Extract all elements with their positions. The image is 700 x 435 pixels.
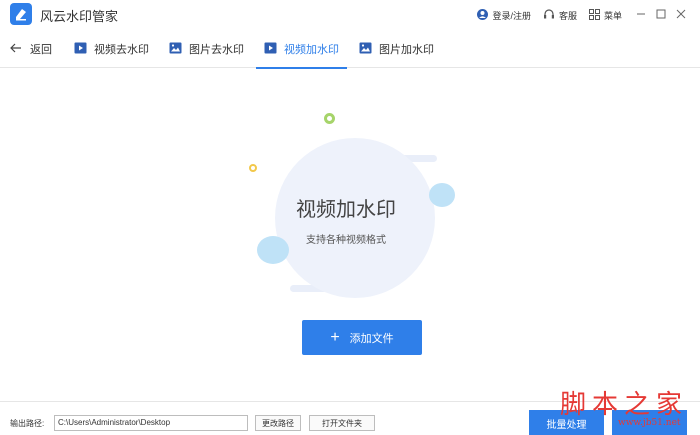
arrow-left-icon xyxy=(10,43,22,56)
tab-image-add-watermark[interactable]: 图片加水印 xyxy=(359,30,434,68)
menu-grid-icon xyxy=(588,8,600,22)
app-title: 风云水印管家 xyxy=(40,9,119,24)
headset-icon xyxy=(543,8,555,22)
add-file-label: 添加文件 xyxy=(349,332,394,345)
tab-video-add-watermark[interactable]: 视频加水印 xyxy=(256,30,347,69)
tab-image-remove-watermark[interactable]: 图片去水印 xyxy=(169,30,244,68)
tab-bar: 返回 视频去水印 图片去水印 视频加水印 图片加水印 xyxy=(0,30,700,69)
video-icon xyxy=(264,42,277,57)
maximize-button[interactable] xyxy=(654,8,668,22)
close-button[interactable] xyxy=(674,8,688,22)
tab-label: 图片加水印 xyxy=(379,44,434,56)
maximize-icon xyxy=(656,6,666,24)
video-icon xyxy=(74,42,87,57)
decor-dot xyxy=(249,164,257,172)
minimize-button[interactable] xyxy=(634,8,648,22)
add-file-button[interactable]: + 添加文件 xyxy=(302,320,422,355)
minimize-icon xyxy=(636,6,646,24)
page-subtitle: 支持各种视频格式 xyxy=(306,235,386,246)
change-path-button[interactable]: 更改路径 xyxy=(255,415,301,431)
customer-service-button[interactable]: 客服 xyxy=(543,8,577,22)
login-label: 登录/注册 xyxy=(492,10,531,21)
menu-label: 菜单 xyxy=(603,10,622,21)
tab-label: 视频加水印 xyxy=(284,44,339,56)
tab-label: 图片去水印 xyxy=(189,44,244,56)
service-label: 客服 xyxy=(558,10,577,21)
output-path-label: 输出路径: xyxy=(10,419,45,428)
tab-label: 视频去水印 xyxy=(94,44,149,56)
site-watermark-url: www.jb51.net xyxy=(618,418,681,428)
close-icon xyxy=(676,6,686,24)
image-icon xyxy=(359,42,372,57)
login-button[interactable]: 登录/注册 xyxy=(477,8,531,22)
site-watermark: 脚本之家 xyxy=(560,390,689,420)
menu-button[interactable]: 菜单 xyxy=(588,8,622,22)
plus-icon: + xyxy=(330,328,340,346)
app-logo-icon xyxy=(10,3,32,25)
open-folder-button[interactable]: 打开文件夹 xyxy=(309,415,375,431)
image-icon xyxy=(169,42,182,57)
tab-video-remove-watermark[interactable]: 视频去水印 xyxy=(74,30,149,68)
back-label: 返回 xyxy=(30,44,52,56)
back-button[interactable]: 返回 xyxy=(10,41,52,57)
page-title: 视频加水印 xyxy=(296,199,396,221)
title-bar: 风云水印管家 登录/注册 客服 菜单 xyxy=(0,0,700,30)
output-path-input[interactable]: C:\Users\Administrator\Desktop xyxy=(54,415,248,431)
decor-dot xyxy=(324,113,335,124)
decor-bubble xyxy=(429,183,455,207)
user-icon xyxy=(477,8,489,22)
